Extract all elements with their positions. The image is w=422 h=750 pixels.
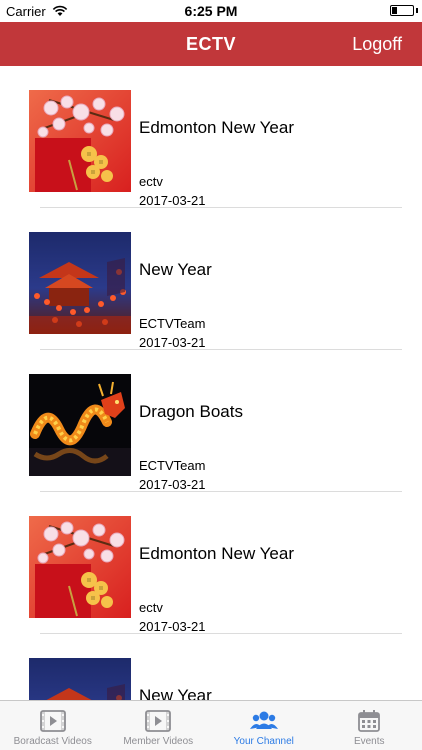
video-title: New Year [139, 686, 212, 700]
tab-events[interactable]: Events [317, 701, 422, 750]
video-author: ECTVTeam [139, 316, 206, 331]
video-author: ectv [139, 600, 163, 615]
tab-member-videos[interactable]: Member Videos [106, 701, 212, 750]
video-title: Edmonton New Year [139, 118, 294, 137]
battery-icon [390, 5, 414, 16]
video-row[interactable]: Dragon Boats ECTVTeam 2017-03-21 [0, 350, 422, 492]
video-row[interactable]: New Year ECTVTeam 2017-03-21 [0, 634, 422, 700]
video-date: 2017-03-21 [139, 477, 206, 492]
video-row[interactable]: Edmonton New Year ectv 2017-03-21 [0, 66, 422, 208]
nav-bar: ECTV Logoff [0, 22, 422, 66]
tab-label: Member Videos [123, 736, 194, 747]
tab-label: Events [353, 736, 385, 747]
film-icon [143, 707, 173, 735]
video-title: Dragon Boats [139, 402, 243, 421]
status-time: 6:25 PM [184, 3, 238, 19]
group-icon [249, 707, 279, 735]
video-thumbnail[interactable] [29, 374, 131, 476]
tab-boradcast-videos[interactable]: Boradcast Videos [0, 701, 106, 750]
tab-your-channel[interactable]: Your Channel [211, 701, 317, 750]
video-list[interactable]: Edmonton New Year ectv 2017-03-21 New Ye… [0, 66, 422, 700]
tab-label: Your Channel [233, 736, 294, 747]
video-row[interactable]: New Year ECTVTeam 2017-03-21 [0, 208, 422, 350]
film-icon [38, 707, 68, 735]
video-date: 2017-03-21 [139, 335, 206, 350]
video-author: ECTVTeam [139, 458, 206, 473]
tab-bar: Boradcast Videos Member Videos Your Chan… [0, 700, 422, 750]
video-thumbnail[interactable] [29, 232, 131, 334]
video-row[interactable]: Edmonton New Year ectv 2017-03-21 [0, 492, 422, 634]
tab-label: Boradcast Videos [13, 736, 92, 747]
video-date: 2017-03-21 [139, 619, 206, 634]
video-date: 2017-03-21 [139, 193, 206, 208]
video-thumbnail[interactable] [29, 90, 131, 192]
calendar-icon [354, 707, 384, 735]
battery-tip [416, 8, 418, 13]
video-author: ectv [139, 174, 163, 189]
status-bar: Carrier 6:25 PM [0, 0, 422, 22]
video-title: Edmonton New Year [139, 544, 294, 563]
video-title: New Year [139, 260, 212, 279]
video-thumbnail[interactable] [29, 516, 131, 618]
logoff-button[interactable]: Logoff [352, 34, 402, 55]
video-thumbnail[interactable] [29, 658, 131, 700]
